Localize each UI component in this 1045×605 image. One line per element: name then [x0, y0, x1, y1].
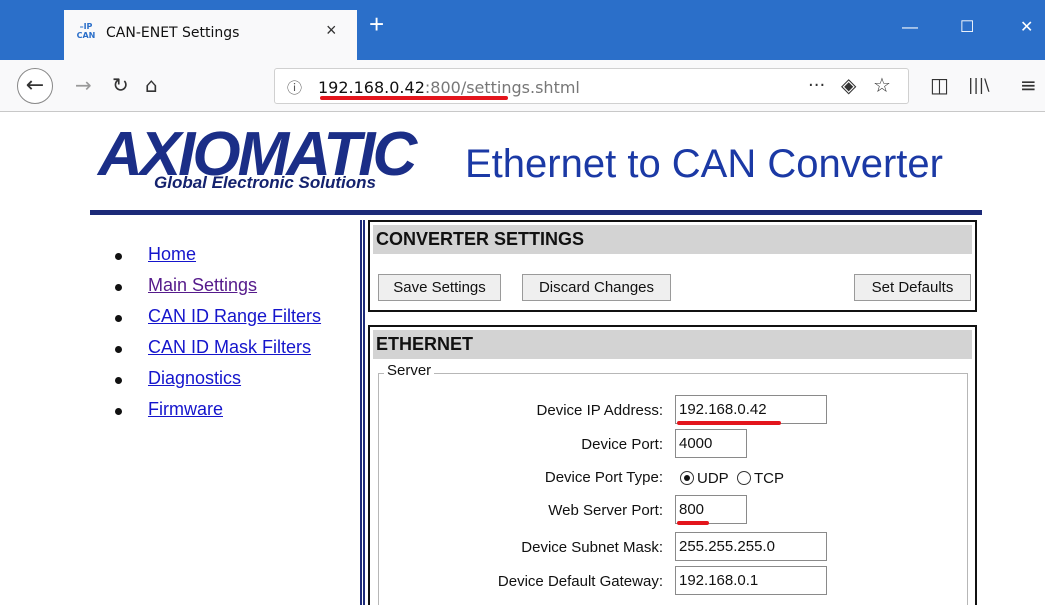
device-port-input[interactable]: 4000	[675, 429, 747, 458]
sidebar-link-main-settings[interactable]: Main Settings	[148, 275, 257, 296]
sidebar-link-firmware[interactable]: Firmware	[148, 399, 223, 420]
sidebar-link-range-filters[interactable]: CAN ID Range Filters	[148, 306, 321, 327]
udp-radio-label: UDP	[697, 470, 729, 487]
web-server-port-label: Web Server Port:	[548, 502, 663, 519]
device-ip-label: Device IP Address:	[536, 402, 663, 419]
bullet	[115, 377, 122, 384]
ip-highlight-underline	[677, 421, 781, 425]
sidebar-link-diagnostics[interactable]: Diagnostics	[148, 368, 241, 389]
web-port-highlight-underline	[677, 521, 709, 525]
sidebar-link-mask-filters[interactable]: CAN ID Mask Filters	[148, 337, 311, 358]
sidebar-link-home[interactable]: Home	[148, 244, 196, 265]
device-ip-input[interactable]: 192.168.0.42	[675, 395, 827, 424]
hamburger-menu-icon[interactable]: ≡	[1020, 74, 1037, 96]
server-fieldset	[378, 373, 968, 605]
sidebar-toggle-icon[interactable]: ◫	[930, 74, 949, 96]
ethernet-panel: ETHERNET Server Device IP Address: 192.1…	[368, 325, 977, 605]
logo-tagline: Global Electronic Solutions	[154, 173, 376, 192]
axiomatic-logo: AXIOMATIC Global Electronic Solutions	[98, 124, 448, 194]
bullet	[115, 408, 122, 415]
bullet	[115, 346, 122, 353]
pocket-icon[interactable]: ◈	[841, 74, 856, 96]
web-server-port-input[interactable]: 800	[675, 495, 747, 524]
converter-settings-heading: CONVERTER SETTINGS	[373, 225, 972, 254]
bullet	[115, 253, 122, 260]
url-text[interactable]: 192.168.0.42:800/settings.shtml	[318, 78, 580, 97]
bullet	[115, 315, 122, 322]
converter-settings-panel: CONVERTER SETTINGS Save Settings Discard…	[368, 220, 977, 312]
browser-nav-bar: ← → ↻ ⌂ ⓘ 192.168.0.42:800/settings.shtm…	[0, 60, 1045, 112]
library-icon[interactable]: |||\	[968, 74, 990, 96]
url-path: /settings.shtml	[460, 78, 580, 97]
minimize-window-icon[interactable]: —	[902, 20, 918, 36]
subnet-mask-label: Device Subnet Mask:	[521, 539, 663, 556]
back-arrow-icon[interactable]: ←	[17, 68, 53, 104]
forward-arrow-icon[interactable]: →	[75, 74, 92, 96]
url-highlight-underline	[320, 96, 508, 100]
maximize-window-icon[interactable]: ☐	[960, 20, 974, 36]
server-legend: Server	[384, 362, 435, 379]
url-host: 192.168.0.42	[318, 78, 425, 97]
new-tab-icon[interactable]: +	[369, 11, 384, 37]
close-window-icon[interactable]: ✕	[1020, 20, 1033, 36]
bullet	[115, 284, 122, 291]
sidebar-divider	[360, 220, 365, 605]
tcp-radio-label: TCP	[754, 470, 784, 487]
subnet-mask-input[interactable]: 255.255.255.0	[675, 532, 827, 561]
tab-title: CAN-ENET Settings	[106, 25, 240, 41]
tcp-radio[interactable]	[737, 471, 751, 485]
default-gateway-input[interactable]: 192.168.0.1	[675, 566, 827, 595]
set-defaults-button[interactable]: Set Defaults	[854, 274, 971, 301]
browser-tab-bar: –IP CAN CAN-ENET Settings × + — ☐ ✕	[0, 0, 1045, 60]
ethernet-heading: ETHERNET	[373, 330, 972, 359]
reload-icon[interactable]: ↻	[112, 74, 129, 96]
page-title: Ethernet to CAN Converter	[465, 142, 943, 186]
header-divider	[90, 210, 982, 215]
device-port-label: Device Port:	[581, 436, 663, 453]
site-info-icon[interactable]: ⓘ	[287, 77, 302, 98]
udp-radio[interactable]	[680, 471, 694, 485]
default-gateway-label: Device Default Gateway:	[497, 573, 663, 590]
bookmark-star-icon[interactable]: ☆	[873, 74, 891, 96]
page-actions-more-icon[interactable]: ···	[808, 75, 825, 97]
device-port-type-label: Device Port Type:	[544, 469, 663, 486]
url-port: :800	[424, 78, 461, 97]
home-icon[interactable]: ⌂	[145, 74, 158, 96]
can-ip-favicon-icon: –IP CAN	[76, 22, 96, 40]
discard-changes-button[interactable]: Discard Changes	[522, 274, 671, 301]
browser-tab[interactable]: –IP CAN CAN-ENET Settings ×	[64, 10, 357, 60]
save-settings-button[interactable]: Save Settings	[378, 274, 501, 301]
tab-close-icon[interactable]: ×	[326, 20, 337, 41]
